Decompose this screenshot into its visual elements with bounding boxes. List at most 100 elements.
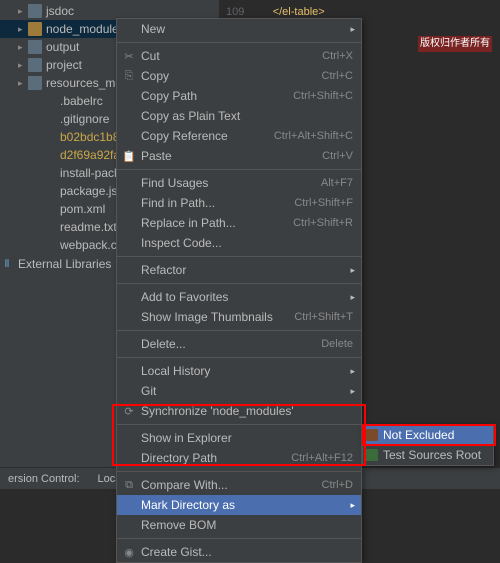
menu-shortcut: Ctrl+Alt+Shift+C	[274, 130, 353, 142]
menu-separator	[117, 256, 361, 257]
submenu-arrow-icon: ▸	[350, 265, 355, 276]
menu-copy[interactable]: ⎘CopyCtrl+C	[117, 66, 361, 86]
menu-item-label: Inspect Code...	[141, 236, 353, 250]
menu-item-icon: ◉	[121, 546, 137, 559]
expand-arrow-icon[interactable]: ▸	[18, 24, 28, 35]
menu-replace-in-path[interactable]: Replace in Path...Ctrl+Shift+R	[117, 213, 361, 233]
folder-icon	[28, 40, 42, 54]
menu-item-label: Copy as Plain Text	[141, 109, 353, 123]
submenu-arrow-icon: ▸	[350, 24, 355, 35]
menu-inspect-code[interactable]: Inspect Code...	[117, 233, 361, 253]
menu-copy-as-plain-text[interactable]: Copy as Plain Text	[117, 106, 361, 126]
submenu-arrow-icon: ▸	[350, 292, 355, 303]
menu-shortcut: Ctrl+Shift+R	[293, 217, 353, 229]
menu-show-in-explorer[interactable]: Show in Explorer	[117, 428, 361, 448]
file-icon	[42, 130, 56, 144]
menu-item-label: Show Image Thumbnails	[141, 310, 294, 324]
menu-git[interactable]: Git▸	[117, 381, 361, 401]
menu-item-label: Add to Favorites	[141, 290, 353, 304]
menu-shortcut: Ctrl+V	[322, 150, 353, 162]
menu-cut[interactable]: ✂CutCtrl+X	[117, 46, 361, 66]
menu-shortcut: Ctrl+Alt+F12	[291, 452, 353, 464]
menu-mark-directory-as[interactable]: Mark Directory as▸	[117, 495, 361, 515]
menu-item-label: Mark Directory as	[141, 498, 353, 512]
external-libraries-label: External Libraries	[18, 257, 111, 271]
menu-shortcut: Ctrl+Shift+T	[294, 311, 353, 323]
tree-item-label: readme.txt	[60, 220, 117, 234]
file-icon	[42, 184, 56, 198]
folder-type-icon	[366, 449, 378, 461]
folder-icon	[28, 76, 42, 90]
submenu-not-excluded[interactable]: Not Excluded	[363, 425, 493, 445]
menu-item-label: Paste	[141, 149, 322, 163]
menu-refactor[interactable]: Refactor▸	[117, 260, 361, 280]
tree-item-label: jsdoc	[46, 4, 74, 18]
submenu-arrow-icon: ▸	[350, 366, 355, 377]
submenu-arrow-icon: ▸	[350, 500, 355, 511]
menu-separator	[117, 169, 361, 170]
menu-item-label: Show in Explorer	[141, 431, 353, 445]
file-icon	[42, 220, 56, 234]
menu-new[interactable]: New▸	[117, 19, 361, 39]
tree-item-label: node_modules	[46, 22, 125, 36]
file-icon	[42, 166, 56, 180]
menu-shortcut: Ctrl+Shift+F	[294, 197, 353, 209]
menu-item-label: Cut	[141, 49, 322, 63]
line-number: 109	[226, 6, 244, 18]
menu-item-label: Copy Path	[141, 89, 293, 103]
file-icon	[42, 202, 56, 216]
tree-item-label: pom.xml	[60, 202, 105, 216]
menu-create-gist[interactable]: ◉ Create Gist...	[117, 542, 361, 562]
menu-synchronize-node-modules[interactable]: ⟳ Synchronize 'node_modules'	[117, 401, 361, 421]
menu-item-label: Compare With...	[141, 478, 322, 492]
menu-item-label: Synchronize 'node_modules'	[141, 404, 353, 418]
file-icon	[42, 112, 56, 126]
context-menu: New▸✂CutCtrl+X⎘CopyCtrl+CCopy PathCtrl+S…	[116, 18, 362, 563]
menu-shortcut: Ctrl+X	[322, 50, 353, 62]
tree-item-label: project	[46, 58, 82, 72]
menu-separator	[117, 357, 361, 358]
menu-find-usages[interactable]: Find UsagesAlt+F7	[117, 173, 361, 193]
expand-arrow-icon[interactable]: ▸	[18, 42, 28, 53]
menu-shortcut: Ctrl+D	[322, 479, 353, 491]
menu-item-label: Directory Path	[141, 451, 291, 465]
expand-arrow-icon[interactable]: ▸	[18, 60, 28, 71]
menu-local-history[interactable]: Local History▸	[117, 361, 361, 381]
submenu-test-sources-root[interactable]: Test Sources Root	[363, 445, 493, 465]
menu-item-label: Git	[141, 384, 353, 398]
menu-remove-bom[interactable]: Remove BOM	[117, 515, 361, 535]
menu-item-icon: 📋	[121, 150, 137, 163]
folder-icon	[28, 58, 42, 72]
menu-shortcut: Alt+F7	[321, 177, 353, 189]
expand-arrow-icon[interactable]: ▸	[18, 6, 28, 17]
menu-copy-path[interactable]: Copy PathCtrl+Shift+C	[117, 86, 361, 106]
folder-type-icon	[366, 429, 378, 441]
menu-show-image-thumbnails[interactable]: Show Image ThumbnailsCtrl+Shift+T	[117, 307, 361, 327]
menu-item-label: Copy Reference	[141, 129, 274, 143]
folder-icon	[28, 4, 42, 18]
menu-item-label: Delete...	[141, 337, 321, 351]
menu-item-label: Local History	[141, 364, 353, 378]
menu-item-label: Create Gist...	[141, 545, 353, 559]
menu-item-label: Remove BOM	[141, 518, 353, 532]
menu-shortcut: Ctrl+Shift+C	[293, 90, 353, 102]
menu-item-icon: ⎘	[121, 70, 137, 83]
menu-shortcut: Ctrl+C	[322, 70, 353, 82]
menu-compare-with[interactable]: ⧉Compare With...Ctrl+D	[117, 475, 361, 495]
library-icon: ⫴	[0, 257, 14, 271]
menu-item-label: Replace in Path...	[141, 216, 293, 230]
menu-copy-reference[interactable]: Copy ReferenceCtrl+Alt+Shift+C	[117, 126, 361, 146]
file-icon	[42, 94, 56, 108]
menu-separator	[117, 283, 361, 284]
menu-delete[interactable]: Delete...Delete	[117, 334, 361, 354]
tree-item-label: .gitignore	[60, 112, 109, 126]
menu-find-in-path[interactable]: Find in Path...Ctrl+Shift+F	[117, 193, 361, 213]
expand-arrow-icon[interactable]: ▸	[18, 78, 28, 89]
menu-add-to-favorites[interactable]: Add to Favorites▸	[117, 287, 361, 307]
tree-item-label: .babelrc	[60, 94, 103, 108]
menu-item-icon: ⟳	[121, 405, 137, 418]
file-icon	[42, 148, 56, 162]
menu-paste[interactable]: 📋 PasteCtrl+V	[117, 146, 361, 166]
submenu-arrow-icon: ▸	[350, 386, 355, 397]
menu-directory-path[interactable]: Directory PathCtrl+Alt+F12	[117, 448, 361, 468]
